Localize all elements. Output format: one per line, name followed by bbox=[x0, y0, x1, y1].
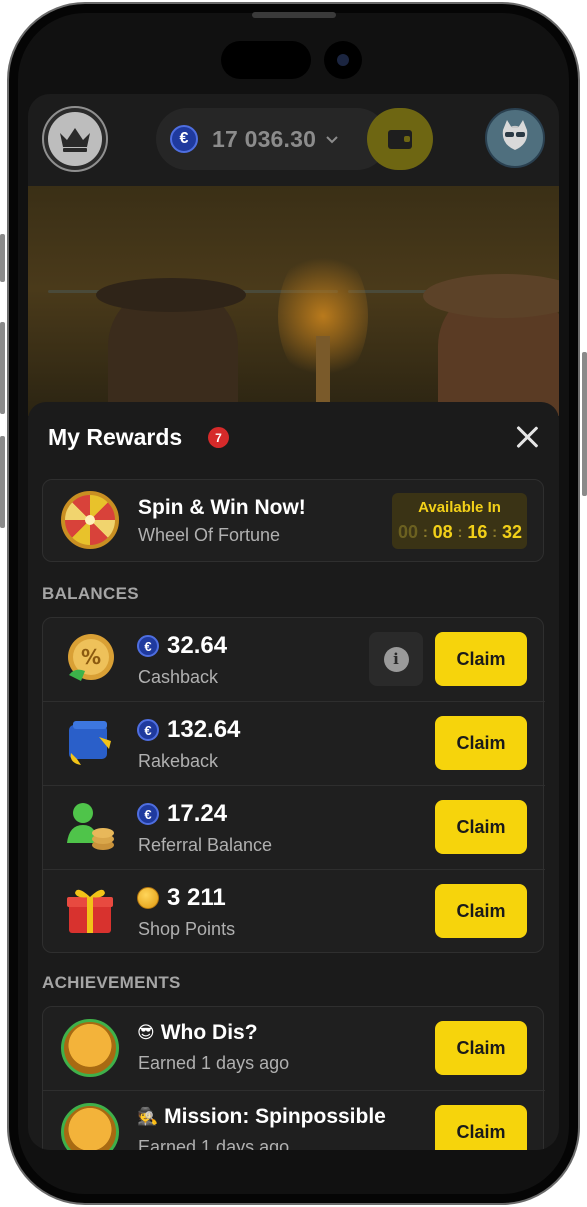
rewards-sheet: My Rewards 7 Spin & Win Now! Wheel Of Fo… bbox=[28, 402, 559, 1150]
front-camera bbox=[324, 41, 362, 79]
cashback-info-button[interactable]: i bbox=[369, 632, 423, 686]
balance-row-cashback: % € 32.64 Cashback i Claim bbox=[43, 618, 545, 702]
wallet-button[interactable] bbox=[367, 108, 433, 170]
rakeback-value: 132.64 bbox=[167, 716, 241, 743]
mute-switch bbox=[0, 234, 5, 282]
shop-points-value: 3 211 bbox=[167, 884, 226, 911]
promo-banner[interactable] bbox=[28, 186, 559, 416]
euro-currency-icon: € bbox=[170, 125, 198, 153]
app-screen: € 17 036.30 My Rewards 7 Spin & Win Now!… bbox=[28, 94, 559, 1150]
timer-minutes: 16 bbox=[467, 522, 488, 542]
timer-seconds: 32 bbox=[501, 522, 522, 542]
shop-points-label: Shop Points bbox=[138, 919, 236, 939]
coin-icon bbox=[137, 887, 159, 909]
referral-icon bbox=[63, 799, 117, 853]
achievement-title: 🕵 Mission: Spinpossible bbox=[137, 1105, 386, 1129]
referral-amount: € 17.24 bbox=[137, 800, 227, 828]
power-button bbox=[582, 352, 587, 496]
cashback-value: 32.64 bbox=[167, 632, 228, 659]
balance-amount: 17 036.30 bbox=[212, 125, 317, 152]
wheel-of-fortune-icon bbox=[61, 491, 119, 549]
rakeback-icon bbox=[63, 715, 117, 769]
achievement-title: 😎 Who Dis? bbox=[137, 1021, 258, 1045]
shop-points-amount: 3 211 bbox=[137, 884, 226, 912]
balance-row-shop-points: 3 211 Shop Points Claim bbox=[43, 870, 545, 954]
claim-cashback-button[interactable]: Claim bbox=[435, 632, 527, 686]
spin-subtitle: Wheel Of Fortune bbox=[138, 525, 281, 545]
achievement-badge-icon bbox=[61, 1019, 119, 1077]
wallet-icon bbox=[388, 129, 412, 149]
spin-title: Spin & Win Now! bbox=[138, 496, 306, 519]
achievement-name: Mission: Spinpossible bbox=[164, 1105, 386, 1128]
achievement-earned: Earned 1 days ago bbox=[138, 1137, 290, 1150]
referral-value: 17.24 bbox=[167, 800, 228, 827]
cashback-icon: % bbox=[63, 631, 117, 685]
cashback-label: Cashback bbox=[138, 667, 219, 687]
explorer-hat-image bbox=[96, 278, 246, 312]
timer-hours: 08 bbox=[432, 522, 453, 542]
gift-icon bbox=[63, 883, 117, 937]
dynamic-island bbox=[221, 41, 311, 79]
available-in-label: Available In bbox=[418, 499, 501, 516]
achievements-heading: ACHIEVEMENTS bbox=[42, 973, 181, 992]
volume-down-button bbox=[0, 436, 5, 528]
achievements-list: 😎 Who Dis? Earned 1 days ago Claim 🕵 Mis… bbox=[42, 1006, 545, 1150]
balance-selector[interactable]: € 17 036.30 bbox=[156, 108, 388, 170]
achievement-badge-icon bbox=[61, 1103, 119, 1150]
achievement-earned: Earned 1 days ago bbox=[138, 1053, 290, 1073]
explorer-woman-hat-image bbox=[423, 274, 559, 318]
euro-currency-icon: € bbox=[137, 719, 159, 741]
achievement-name: Who Dis? bbox=[160, 1021, 258, 1044]
claim-shop-points-button[interactable]: Claim bbox=[435, 884, 527, 938]
crown-icon bbox=[48, 112, 102, 166]
balances-list: % € 32.64 Cashback i Claim € 132.64 Rake… bbox=[42, 617, 545, 954]
euro-currency-icon: € bbox=[137, 635, 159, 657]
rewards-title: My Rewards bbox=[48, 424, 183, 450]
info-icon: i bbox=[383, 646, 409, 672]
balance-row-rakeback: € 132.64 Rakeback Claim bbox=[43, 702, 545, 786]
cashback-amount: € 32.64 bbox=[137, 632, 227, 660]
sunglasses-emoji-icon: 😎 bbox=[137, 1023, 155, 1042]
euro-currency-icon: € bbox=[137, 803, 159, 825]
availability-timer: Available In 00 : 08 : 16 : 32 bbox=[392, 493, 527, 549]
timer-separator: : bbox=[492, 524, 498, 541]
countdown: 00 : 08 : 16 : 32 bbox=[398, 522, 522, 543]
speaker-grille bbox=[252, 12, 336, 18]
timer-separator: : bbox=[422, 524, 428, 541]
timer-days: 00 bbox=[398, 522, 419, 542]
top-bar: € 17 036.30 bbox=[28, 94, 559, 186]
timer-separator: : bbox=[457, 524, 463, 541]
rakeback-amount: € 132.64 bbox=[137, 716, 240, 744]
balance-row-referral: € 17.24 Referral Balance Claim bbox=[43, 786, 545, 870]
balances-heading: BALANCES bbox=[42, 584, 139, 603]
rewards-count-badge: 7 bbox=[208, 427, 229, 448]
claim-achievement-button[interactable]: Claim bbox=[435, 1021, 527, 1075]
volume-up-button bbox=[0, 322, 5, 414]
referral-label: Referral Balance bbox=[138, 835, 273, 855]
achievement-row: 🕵 Mission: Spinpossible Earned 1 days ag… bbox=[43, 1091, 545, 1150]
rakeback-label: Rakeback bbox=[138, 751, 219, 771]
detective-emoji-icon: 🕵 bbox=[137, 1107, 159, 1126]
claim-rakeback-button[interactable]: Claim bbox=[435, 716, 527, 770]
user-avatar[interactable] bbox=[485, 108, 545, 168]
close-icon[interactable] bbox=[512, 422, 542, 452]
claim-referral-button[interactable]: Claim bbox=[435, 800, 527, 854]
achievement-row: 😎 Who Dis? Earned 1 days ago Claim bbox=[43, 1007, 545, 1091]
wheel-of-fortune-card[interactable]: Spin & Win Now! Wheel Of Fortune Availab… bbox=[42, 479, 544, 562]
claim-achievement-button[interactable]: Claim bbox=[435, 1105, 527, 1150]
chevron-down-icon bbox=[326, 131, 338, 147]
home-logo-button[interactable] bbox=[42, 106, 108, 172]
svg-text:%: % bbox=[81, 645, 101, 669]
